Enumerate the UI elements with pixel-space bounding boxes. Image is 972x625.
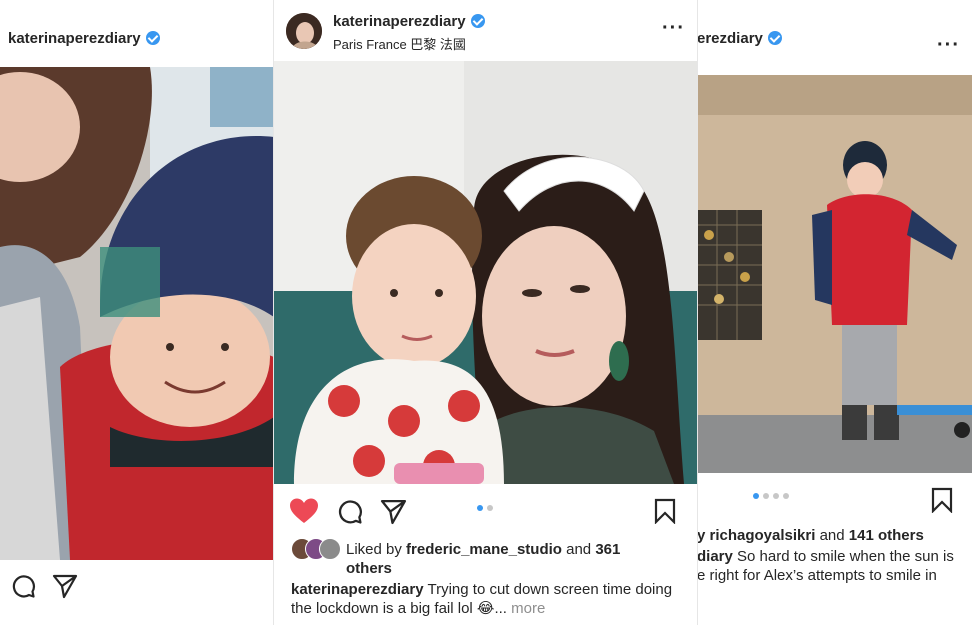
caption-username-link[interactable]: katerinaperezdiary: [291, 581, 424, 598]
send-icon[interactable]: [52, 573, 78, 599]
post-caption: katerinaperezdiary Trying to cut down sc…: [291, 580, 686, 618]
liked-by-and: and: [566, 541, 592, 558]
center-photo-illustration: [274, 61, 697, 484]
center-post-card: katerinaperezdiary Paris France 巴黎 法國 ··…: [274, 0, 697, 625]
right-liked-by-text: y richagoyalsikri and 141 others: [697, 526, 972, 545]
carousel-dot: [763, 493, 769, 499]
center-post-username[interactable]: katerinaperezdiary: [333, 13, 466, 30]
more-options-icon[interactable]: ···: [937, 34, 960, 57]
center-post-photo[interactable]: [274, 61, 697, 484]
avatar-image: [286, 13, 322, 49]
left-post-username[interactable]: katerinaperezdiary: [8, 30, 141, 47]
send-icon[interactable]: [380, 498, 407, 525]
likes-count-link[interactable]: 141 others: [849, 527, 924, 544]
verified-badge-icon: [767, 31, 782, 45]
liked-by-user-link[interactable]: frederic_mane_studio: [406, 541, 562, 558]
right-photo-illustration: [697, 75, 972, 473]
carousel-dot-active: [477, 505, 483, 511]
bookmark-icon[interactable]: [654, 498, 676, 524]
right-post-photo[interactable]: [697, 75, 972, 473]
likes-count-link[interactable]: 361: [595, 541, 620, 558]
post-location[interactable]: Paris France 巴黎 法國: [333, 34, 466, 53]
center-post-header: katerinaperezdiary: [333, 13, 485, 31]
caption-text: So hard to smile when the sun is: [737, 548, 954, 565]
caption-username-link[interactable]: diary: [697, 548, 733, 565]
verified-badge-icon: [470, 14, 485, 28]
carousel-dot: [783, 493, 789, 499]
left-post-header: katerinaperezdiary: [8, 30, 160, 48]
carousel-dot-active: [753, 493, 759, 499]
right-post-caption: diary So hard to smile when the sun is: [697, 547, 972, 566]
heart-icon[interactable]: [289, 497, 319, 525]
liked-by-prefix: Liked by: [346, 541, 402, 558]
comment-icon[interactable]: [336, 498, 363, 525]
liked-by-and: and: [819, 527, 845, 544]
left-photo-illustration: [0, 67, 274, 560]
carousel-dot: [773, 493, 779, 499]
comment-icon[interactable]: [10, 573, 36, 599]
bookmark-icon[interactable]: [931, 487, 953, 513]
right-post-username[interactable]: erezdiary: [697, 30, 763, 47]
right-post-card: erezdiary ··· y richagoyalsikri and 141 …: [697, 0, 972, 625]
avatar[interactable]: [286, 13, 322, 49]
liked-by-avatars[interactable]: [291, 538, 347, 560]
caption-more-link[interactable]: more: [511, 600, 545, 617]
more-options-icon[interactable]: ···: [662, 17, 685, 40]
liked-by-text: Liked by frederic_mane_studio and 361 ot…: [346, 540, 686, 578]
verified-badge-icon: [145, 31, 160, 45]
left-post-card: katerinaperezdiary: [0, 0, 275, 625]
carousel-dot: [487, 505, 493, 511]
avatar: [319, 538, 341, 560]
likes-others-link[interactable]: others: [346, 560, 392, 577]
right-post-header: erezdiary: [697, 30, 782, 48]
left-post-photo[interactable]: [0, 67, 274, 560]
right-post-caption-line2: e right for Alex’s attempts to smile in: [697, 567, 937, 584]
liked-by-user-link[interactable]: y richagoyalsikri: [697, 527, 815, 544]
